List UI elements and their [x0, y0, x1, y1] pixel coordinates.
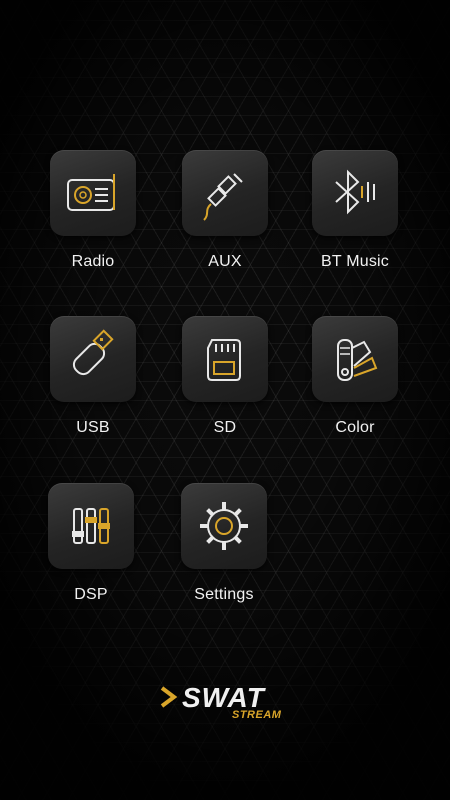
- app-label: BT Music: [321, 253, 389, 270]
- gear-icon: [181, 483, 267, 569]
- app-label: Radio: [71, 253, 115, 270]
- app-tile-settings[interactable]: Settings: [164, 483, 284, 604]
- equalizer-icon: [48, 483, 134, 569]
- app-tile-bt-music[interactable]: BT Music: [295, 150, 415, 271]
- color-palette-icon: [312, 316, 398, 402]
- bluetooth-icon: [312, 150, 398, 236]
- app-tile-color[interactable]: Color: [295, 316, 415, 437]
- radio-icon: [50, 150, 136, 236]
- app-tile-sd[interactable]: SD: [165, 316, 285, 437]
- app-label: AUX: [208, 253, 242, 270]
- app-tile-usb[interactable]: USB: [33, 316, 153, 437]
- sd-card-icon: [182, 316, 268, 402]
- swat-stream-logo: SWAT STREAM: [160, 682, 295, 722]
- aux-cable-icon: [182, 150, 268, 236]
- usb-drive-icon: [50, 316, 136, 402]
- app-label: DSP: [74, 586, 108, 603]
- app-tile-aux[interactable]: AUX: [165, 150, 285, 271]
- app-label: SD: [213, 419, 237, 436]
- app-tile-radio[interactable]: Radio: [33, 150, 153, 271]
- app-tile-dsp[interactable]: DSP: [31, 483, 151, 604]
- logo-sub-text: STREAM: [232, 709, 282, 721]
- app-label: Settings: [194, 586, 254, 603]
- app-label: Color: [335, 419, 375, 436]
- app-label: USB: [76, 419, 110, 436]
